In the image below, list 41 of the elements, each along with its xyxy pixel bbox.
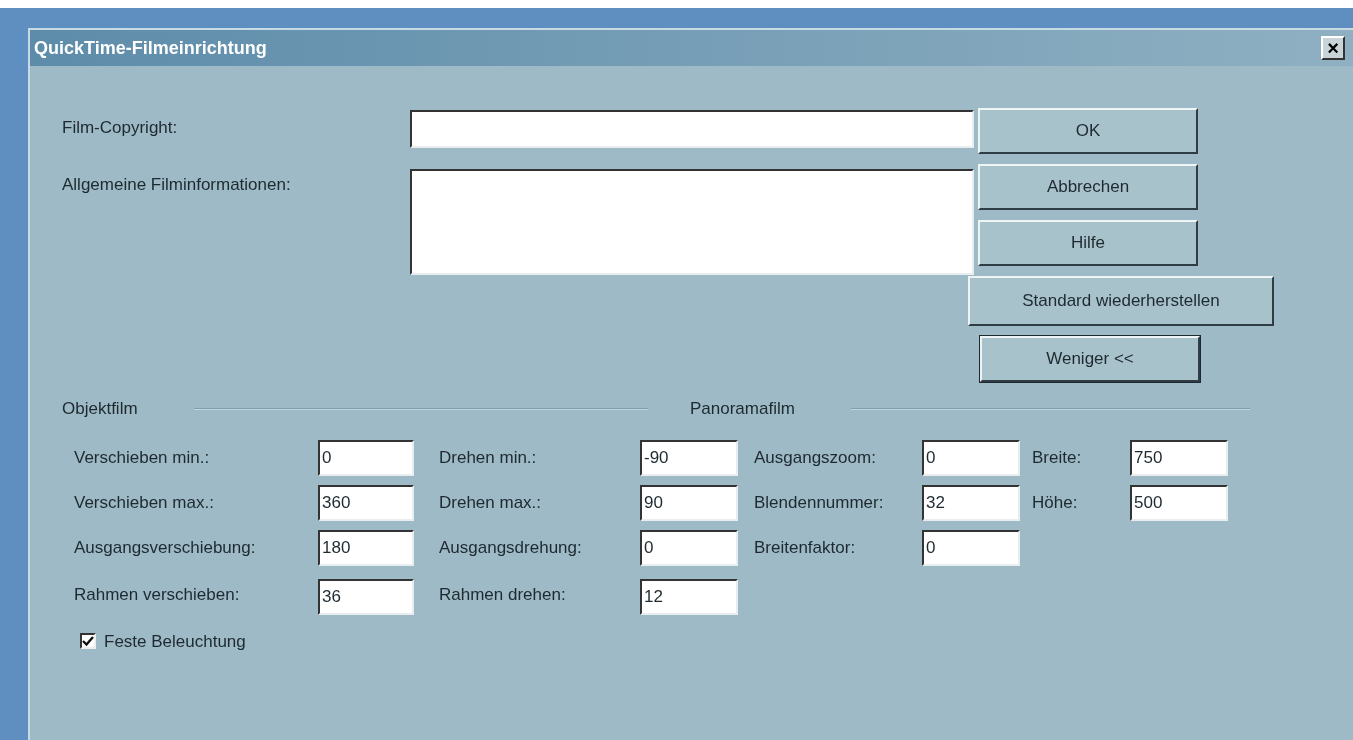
field-label: Ausgangsverschiebung: <box>74 536 257 559</box>
section-heading: Objektfilm <box>62 398 138 420</box>
field-label: Drehen min.: <box>438 446 538 469</box>
number-field[interactable]: 12 <box>640 578 738 615</box>
number-field[interactable]: 0 <box>922 529 1020 566</box>
number-field[interactable]: 360 <box>318 484 414 521</box>
window-title: QuickTime-Filmeinrichtung <box>34 36 267 60</box>
field-label: Breite: <box>1031 446 1083 469</box>
dialog-button[interactable]: Standard wiederherstellen <box>968 276 1274 326</box>
field-label: Ausgangsdrehung: <box>438 536 583 559</box>
number-field[interactable]: 0 <box>922 439 1020 476</box>
field-label: Allgemeine Filminformationen: <box>62 174 292 197</box>
field-label: Höhe: <box>1031 491 1079 514</box>
section-heading: Panoramafilm <box>690 398 795 420</box>
field-label: Blendennummer: <box>753 491 885 514</box>
field-label: Verschieben max.: <box>74 491 215 514</box>
number-field[interactable]: 180 <box>318 529 414 566</box>
number-field[interactable]: -90 <box>640 439 738 476</box>
number-field[interactable]: 36 <box>318 578 414 615</box>
number-field[interactable]: 750 <box>1130 439 1228 476</box>
number-field[interactable]: 500 <box>1130 484 1228 521</box>
close-button[interactable]: × <box>1321 36 1345 60</box>
field-label: Film-Copyright: <box>62 117 179 140</box>
info-field[interactable] <box>410 169 974 275</box>
checkbox[interactable] <box>80 633 96 650</box>
dialog-button[interactable]: Weniger << <box>980 336 1200 382</box>
dialog-button[interactable]: Hilfe <box>978 220 1198 266</box>
number-field[interactable]: 32 <box>922 484 1020 521</box>
field-label: Drehen max.: <box>438 491 543 514</box>
dialog-button[interactable]: OK <box>978 108 1198 154</box>
number-field[interactable]: 0 <box>318 439 414 476</box>
field-label: Breitenfaktor: <box>753 536 857 559</box>
dialog-button[interactable]: Abbrechen <box>978 164 1198 210</box>
number-field[interactable]: 90 <box>640 484 738 521</box>
field-label: Verschieben min.: <box>74 446 211 469</box>
field-label: Ausgangszoom: <box>753 446 877 469</box>
field-label: Rahmen drehen: <box>438 583 567 606</box>
number-field[interactable]: 0 <box>640 529 738 566</box>
checkbox-label: Feste Beleuchtung <box>104 630 246 653</box>
field-label: Rahmen verschieben: <box>74 583 241 606</box>
copyright-field[interactable] <box>410 110 974 148</box>
